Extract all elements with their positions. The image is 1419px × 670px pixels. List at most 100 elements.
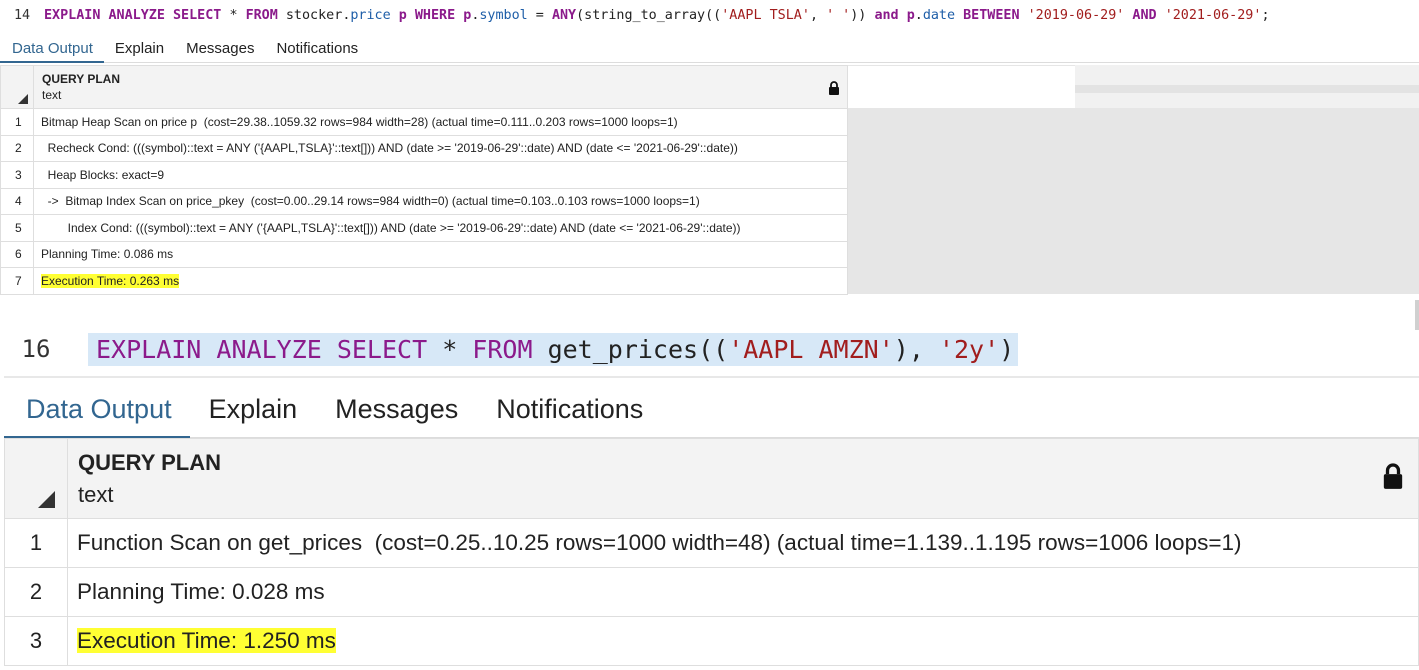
sql-code[interactable]: EXPLAIN ANALYZE SELECT * FROM get_prices… [88,332,1019,366]
grid-header-filler-scroll [1075,65,1419,108]
sql-token: ' ' [826,7,851,23]
row-number[interactable]: 5 [0,214,34,242]
sql-token: ; [1261,7,1270,23]
query-plan-grid: QUERY PLAN text 1 Bitmap Heap Scan on pri… [0,65,848,295]
table-row[interactable]: 5 Index Cond: (((symbol)::text = ANY ('{… [0,214,848,242]
highlighted-plan-text: Execution Time: 0.263 ms [41,273,180,288]
sql-token: AND [1124,7,1165,23]
plan-text: Function Scan on get_prices (cost=0.25..… [77,530,1242,555]
column-name: QUERY PLAN [78,449,222,475]
grid-empty-area [848,108,1419,294]
sql-token: 'AAPL AMZN' [728,334,894,364]
table-row[interactable]: 2 Planning Time: 0.028 ms [4,567,1419,617]
plan-text: Planning Time: 0.028 ms [77,579,325,604]
sql-token: , [809,7,827,23]
sql-token: '2019-06-29' [1027,7,1125,23]
sql-token: ANY [551,7,577,23]
scrollbar[interactable] [1415,300,1419,330]
sql-token: * [442,334,473,364]
plan-text: Heap Blocks: exact=9 [41,167,165,182]
column-name: QUERY PLAN [42,72,121,86]
table-row[interactable]: 3 Execution Time: 1.250 ms [4,616,1419,666]
sql-token: FROM [472,334,548,364]
lock-icon [1383,463,1403,489]
plan-cell[interactable]: Function Scan on get_prices (cost=0.25..… [67,518,1419,568]
sort-indicator-icon [38,491,55,508]
row-number[interactable]: 3 [0,161,34,189]
sql-token: symbol [479,7,528,23]
sql-editor-line[interactable]: 14 EXPLAIN ANALYZE SELECT * FROM stocker… [0,0,1419,30]
sql-token: BETWEEN [955,7,1028,23]
sql-token: '2y' [938,334,1000,364]
table-row[interactable]: 6 Planning Time: 0.086 ms [0,240,848,268]
tab-data-output[interactable]: Data Output [4,378,190,440]
tab-notifications[interactable]: Notifications [265,33,369,63]
sql-token: EXPLAIN ANALYZE SELECT [44,7,230,23]
result-tabs: Data Output Explain Messages Notifications [4,376,1419,440]
sql-token: price [350,7,391,23]
sql-token: date [922,7,956,23]
plan-cell[interactable]: -> Bitmap Index Scan on price_pkey (cost… [33,187,848,215]
line-number: 14 [13,7,31,23]
table-row[interactable]: 2 Recheck Cond: (((symbol)::text = ANY (… [0,134,848,162]
row-number[interactable]: 7 [0,267,34,295]
plan-text: Bitmap Heap Scan on price p (cost=29.38.… [41,114,678,129]
plan-cell[interactable]: Execution Time: 0.263 ms [33,267,848,295]
plan-text: Index Cond: (((symbol)::text = ANY ('{AA… [41,220,741,235]
tab-data-output[interactable]: Data Output [0,33,104,63]
grid-body: 1 Function Scan on get_prices (cost=0.25.… [4,518,1419,666]
table-row[interactable]: 3 Heap Blocks: exact=9 [0,161,848,189]
plan-text: Recheck Cond: (((symbol)::text = ANY ('{… [41,141,738,156]
sql-token: p [906,7,915,23]
sql-token: stocker [285,7,343,23]
highlighted-plan-text: Execution Time: 1.250 ms [77,628,336,653]
plan-cell[interactable]: Planning Time: 0.086 ms [33,240,848,268]
table-row[interactable]: 1 Function Scan on get_prices (cost=0.25.… [4,518,1419,568]
result-tabs: Data Output Explain Messages Notifications [0,33,1419,63]
column-header-query-plan[interactable]: QUERY PLAN text [67,438,1419,519]
grid-corner[interactable] [0,65,34,109]
row-number[interactable]: 2 [0,134,34,162]
row-number[interactable]: 2 [4,567,68,617]
row-number[interactable]: 1 [4,518,68,568]
sql-token: FROM [245,7,286,23]
table-row[interactable]: 4 -> Bitmap Index Scan on price_pkey (co… [0,187,848,215]
tab-notifications[interactable]: Notifications [477,378,662,440]
sql-token: 'AAPL TSLA' [721,7,810,23]
sql-token: * [229,7,246,23]
grid-corner[interactable] [4,438,68,519]
plan-cell[interactable]: Heap Blocks: exact=9 [33,161,848,189]
plan-text: -> Bitmap Index Scan on price_pkey (cost… [41,194,700,209]
plan-cell[interactable]: Execution Time: 1.250 ms [67,616,1419,666]
query-panel-top: 14 EXPLAIN ANALYZE SELECT * FROM stocker… [0,0,1419,296]
plan-text: Planning Time: 0.086 ms [41,247,174,262]
sql-token: (string_to_array(( [576,7,722,23]
sql-token: )) [850,7,875,23]
row-number[interactable]: 4 [0,187,34,215]
sql-editor-line[interactable]: 16 EXPLAIN ANALYZE SELECT * FROM get_pri… [0,326,1419,372]
plan-cell[interactable]: Recheck Cond: (((symbol)::text = ANY ('{… [33,134,848,162]
lock-icon [829,81,839,95]
tab-messages[interactable]: Messages [175,33,265,63]
table-row[interactable]: 1 Bitmap Heap Scan on price p (cost=29.38… [0,108,848,136]
row-number[interactable]: 1 [0,108,34,136]
sql-token: ), [893,334,939,364]
row-number[interactable]: 6 [0,240,34,268]
column-type: text [42,88,62,102]
column-header-query-plan[interactable]: QUERY PLAN text [33,65,848,109]
sql-token: p [390,7,415,23]
plan-cell[interactable]: Index Cond: (((symbol)::text = ANY ('{AA… [33,214,848,242]
sql-code[interactable]: EXPLAIN ANALYZE SELECT * FROM stocker. pr… [44,8,1270,23]
sql-token: '2021-06-29' [1164,7,1262,23]
sql-token: EXPLAIN ANALYZE SELECT [96,334,443,364]
sort-indicator-icon [18,94,28,104]
sql-token: and [874,7,907,23]
row-number[interactable]: 3 [4,616,68,666]
plan-cell[interactable]: Bitmap Heap Scan on price p (cost=29.38.… [33,108,848,136]
tab-explain[interactable]: Explain [104,33,175,63]
tab-messages[interactable]: Messages [316,378,477,440]
tab-explain[interactable]: Explain [190,378,317,440]
plan-cell[interactable]: Planning Time: 0.028 ms [67,567,1419,617]
table-row[interactable]: 7 Execution Time: 0.263 ms [0,267,848,295]
sql-token: = [527,7,552,23]
